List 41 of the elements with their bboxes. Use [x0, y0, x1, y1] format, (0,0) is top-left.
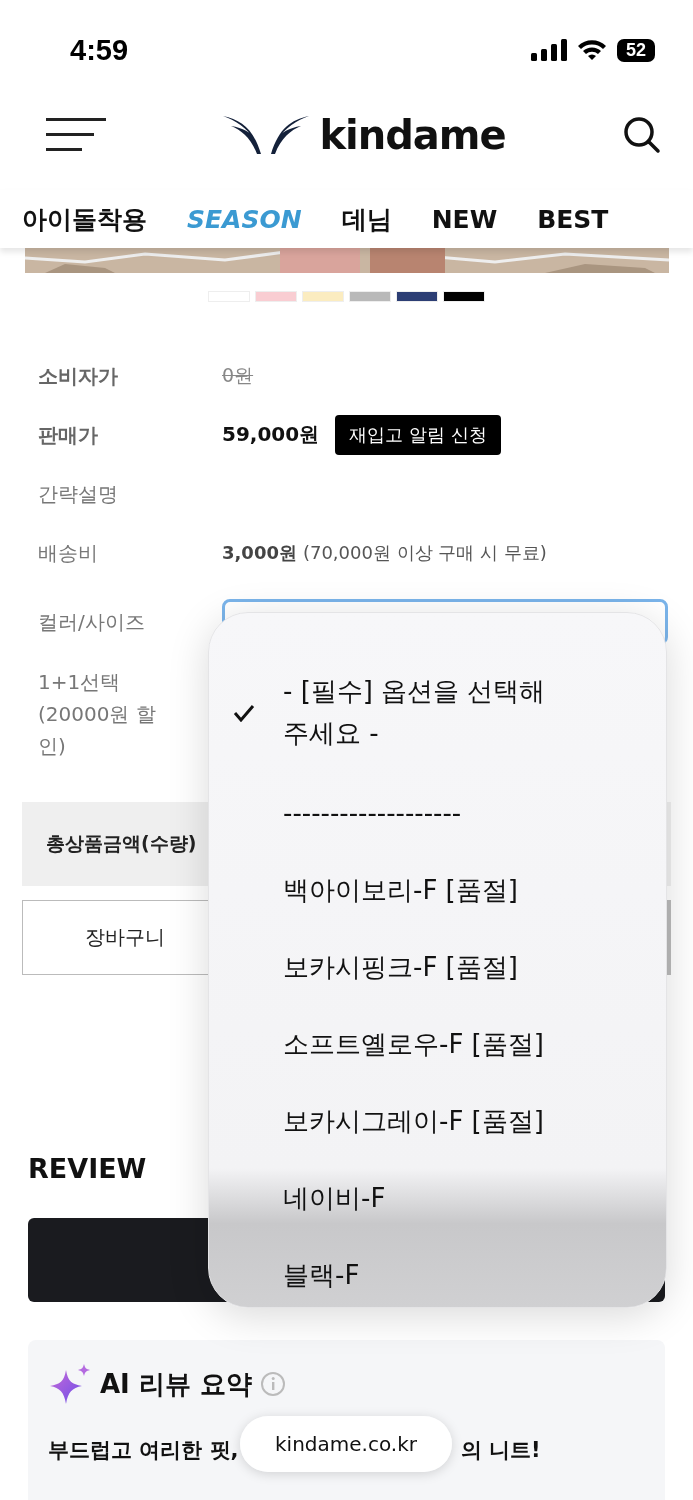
color-swatch[interactable] [302, 291, 344, 302]
info-icon[interactable] [259, 1371, 286, 1397]
dropdown-option[interactable]: 블랙-F [209, 1237, 666, 1314]
shipping-fee: 3,000원 [222, 540, 297, 565]
color-swatch[interactable] [396, 291, 438, 302]
color-swatch[interactable] [349, 291, 391, 302]
field-label: 컬러/사이즈 [38, 609, 146, 636]
review-title: REVIEW [28, 1153, 147, 1184]
category-tab[interactable]: NEW [431, 204, 498, 234]
wifi-icon [576, 39, 607, 61]
category-tab[interactable]: 데님 [341, 202, 392, 236]
restock-alert-button[interactable]: 재입고 알림 신청 [335, 414, 501, 455]
ai-summary-title: AI 리뷰 요약 [100, 1367, 252, 1401]
dropdown-option[interactable]: - [필수] 옵션을 선택해 주세요 - [209, 651, 666, 775]
summary-text: 부드럽고 여리한 핏, [48, 1437, 239, 1464]
summary-text: 의 니트! [460, 1437, 541, 1464]
menu-icon[interactable] [46, 118, 106, 152]
category-tab[interactable]: BEST [537, 204, 609, 234]
field-label: 배송비 [38, 539, 99, 567]
dropdown-option[interactable]: 보카시그레이-F [품절] [209, 1083, 666, 1160]
shipping-note: (70,000원 이상 구매 시 무료) [302, 540, 547, 565]
status-time: 4:59 [70, 33, 129, 67]
dropdown-option[interactable]: 네이비-F [209, 1160, 666, 1237]
check-icon [233, 704, 255, 722]
field-label: 1+1선택 (20000원 할 인) [38, 669, 157, 760]
url-bar[interactable]: kindame.co.kr [240, 1416, 452, 1472]
color-swatch[interactable] [443, 291, 485, 302]
field-label: 판매가 [38, 421, 99, 449]
signal-icon [530, 39, 567, 61]
consumer-price: 0원 [222, 362, 254, 388]
category-tab[interactable]: 아이돌착용 [22, 202, 147, 236]
battery-indicator: 52 [616, 38, 655, 62]
field-label: 간략설명 [38, 480, 119, 508]
color-swatch[interactable] [255, 291, 297, 302]
dropdown-option[interactable]: ------------------- [209, 775, 666, 852]
logo-text[interactable]: kindame [319, 112, 506, 158]
search-icon[interactable] [623, 116, 661, 154]
field-label: 소비자가 [38, 362, 119, 390]
dropdown-option[interactable]: 소프트옐로우-F [품절] [209, 1006, 666, 1083]
sale-price: 59,000원 [222, 421, 320, 448]
total-label: 총상품금액(수량) [46, 831, 197, 856]
